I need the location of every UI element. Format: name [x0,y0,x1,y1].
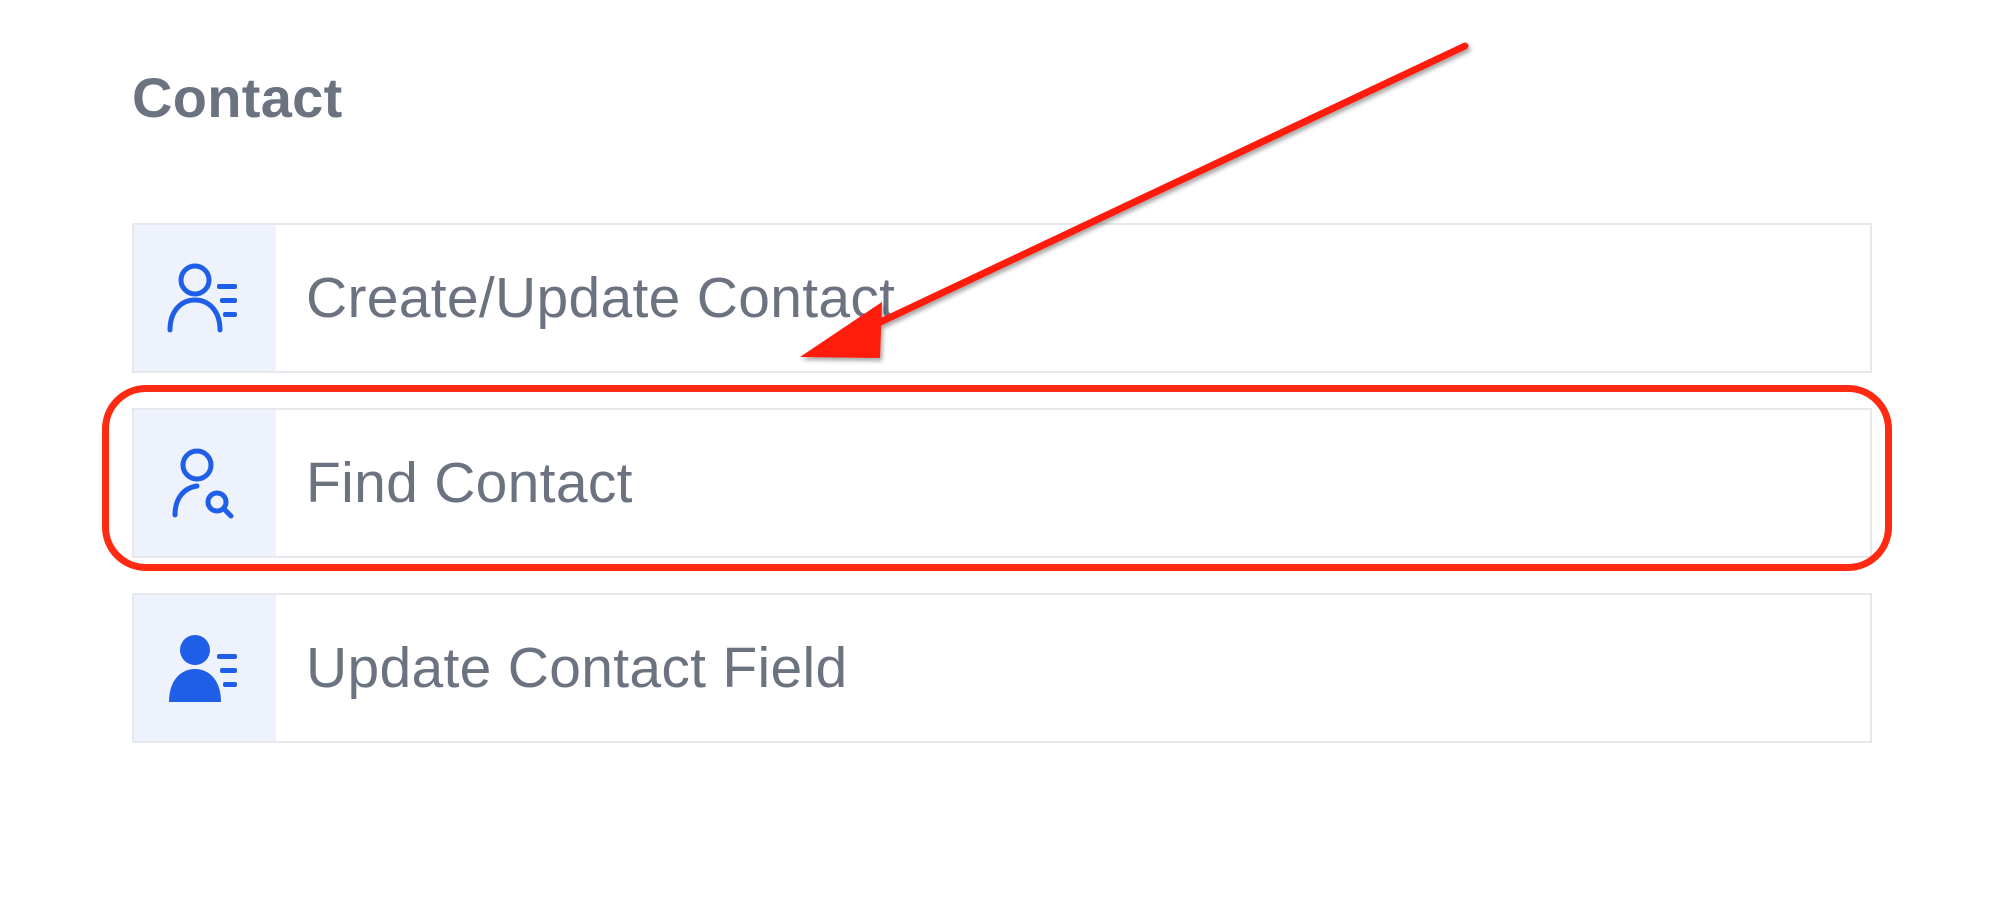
find-contact-icon-cell [134,410,276,556]
contact-actions-list: Create/Update Contact Find Contact Updat… [132,223,1872,743]
action-label: Create/Update Contact [306,266,896,330]
create-update-contact-action[interactable]: Create/Update Contact [132,223,1872,373]
update-contact-field-action[interactable]: Update Contact Field [132,593,1872,743]
find-contact-action[interactable]: Find Contact [132,408,1872,558]
update-contact-field-icon-cell [134,595,276,741]
action-label: Find Contact [306,451,633,515]
contact-list-solid-icon [169,635,237,702]
section-title: Contact [132,66,343,129]
create-update-contact-icon-cell [134,225,276,371]
contact-search-icon [172,448,234,519]
action-label: Update Contact Field [306,636,848,700]
contact-list-outline-icon [167,263,237,333]
